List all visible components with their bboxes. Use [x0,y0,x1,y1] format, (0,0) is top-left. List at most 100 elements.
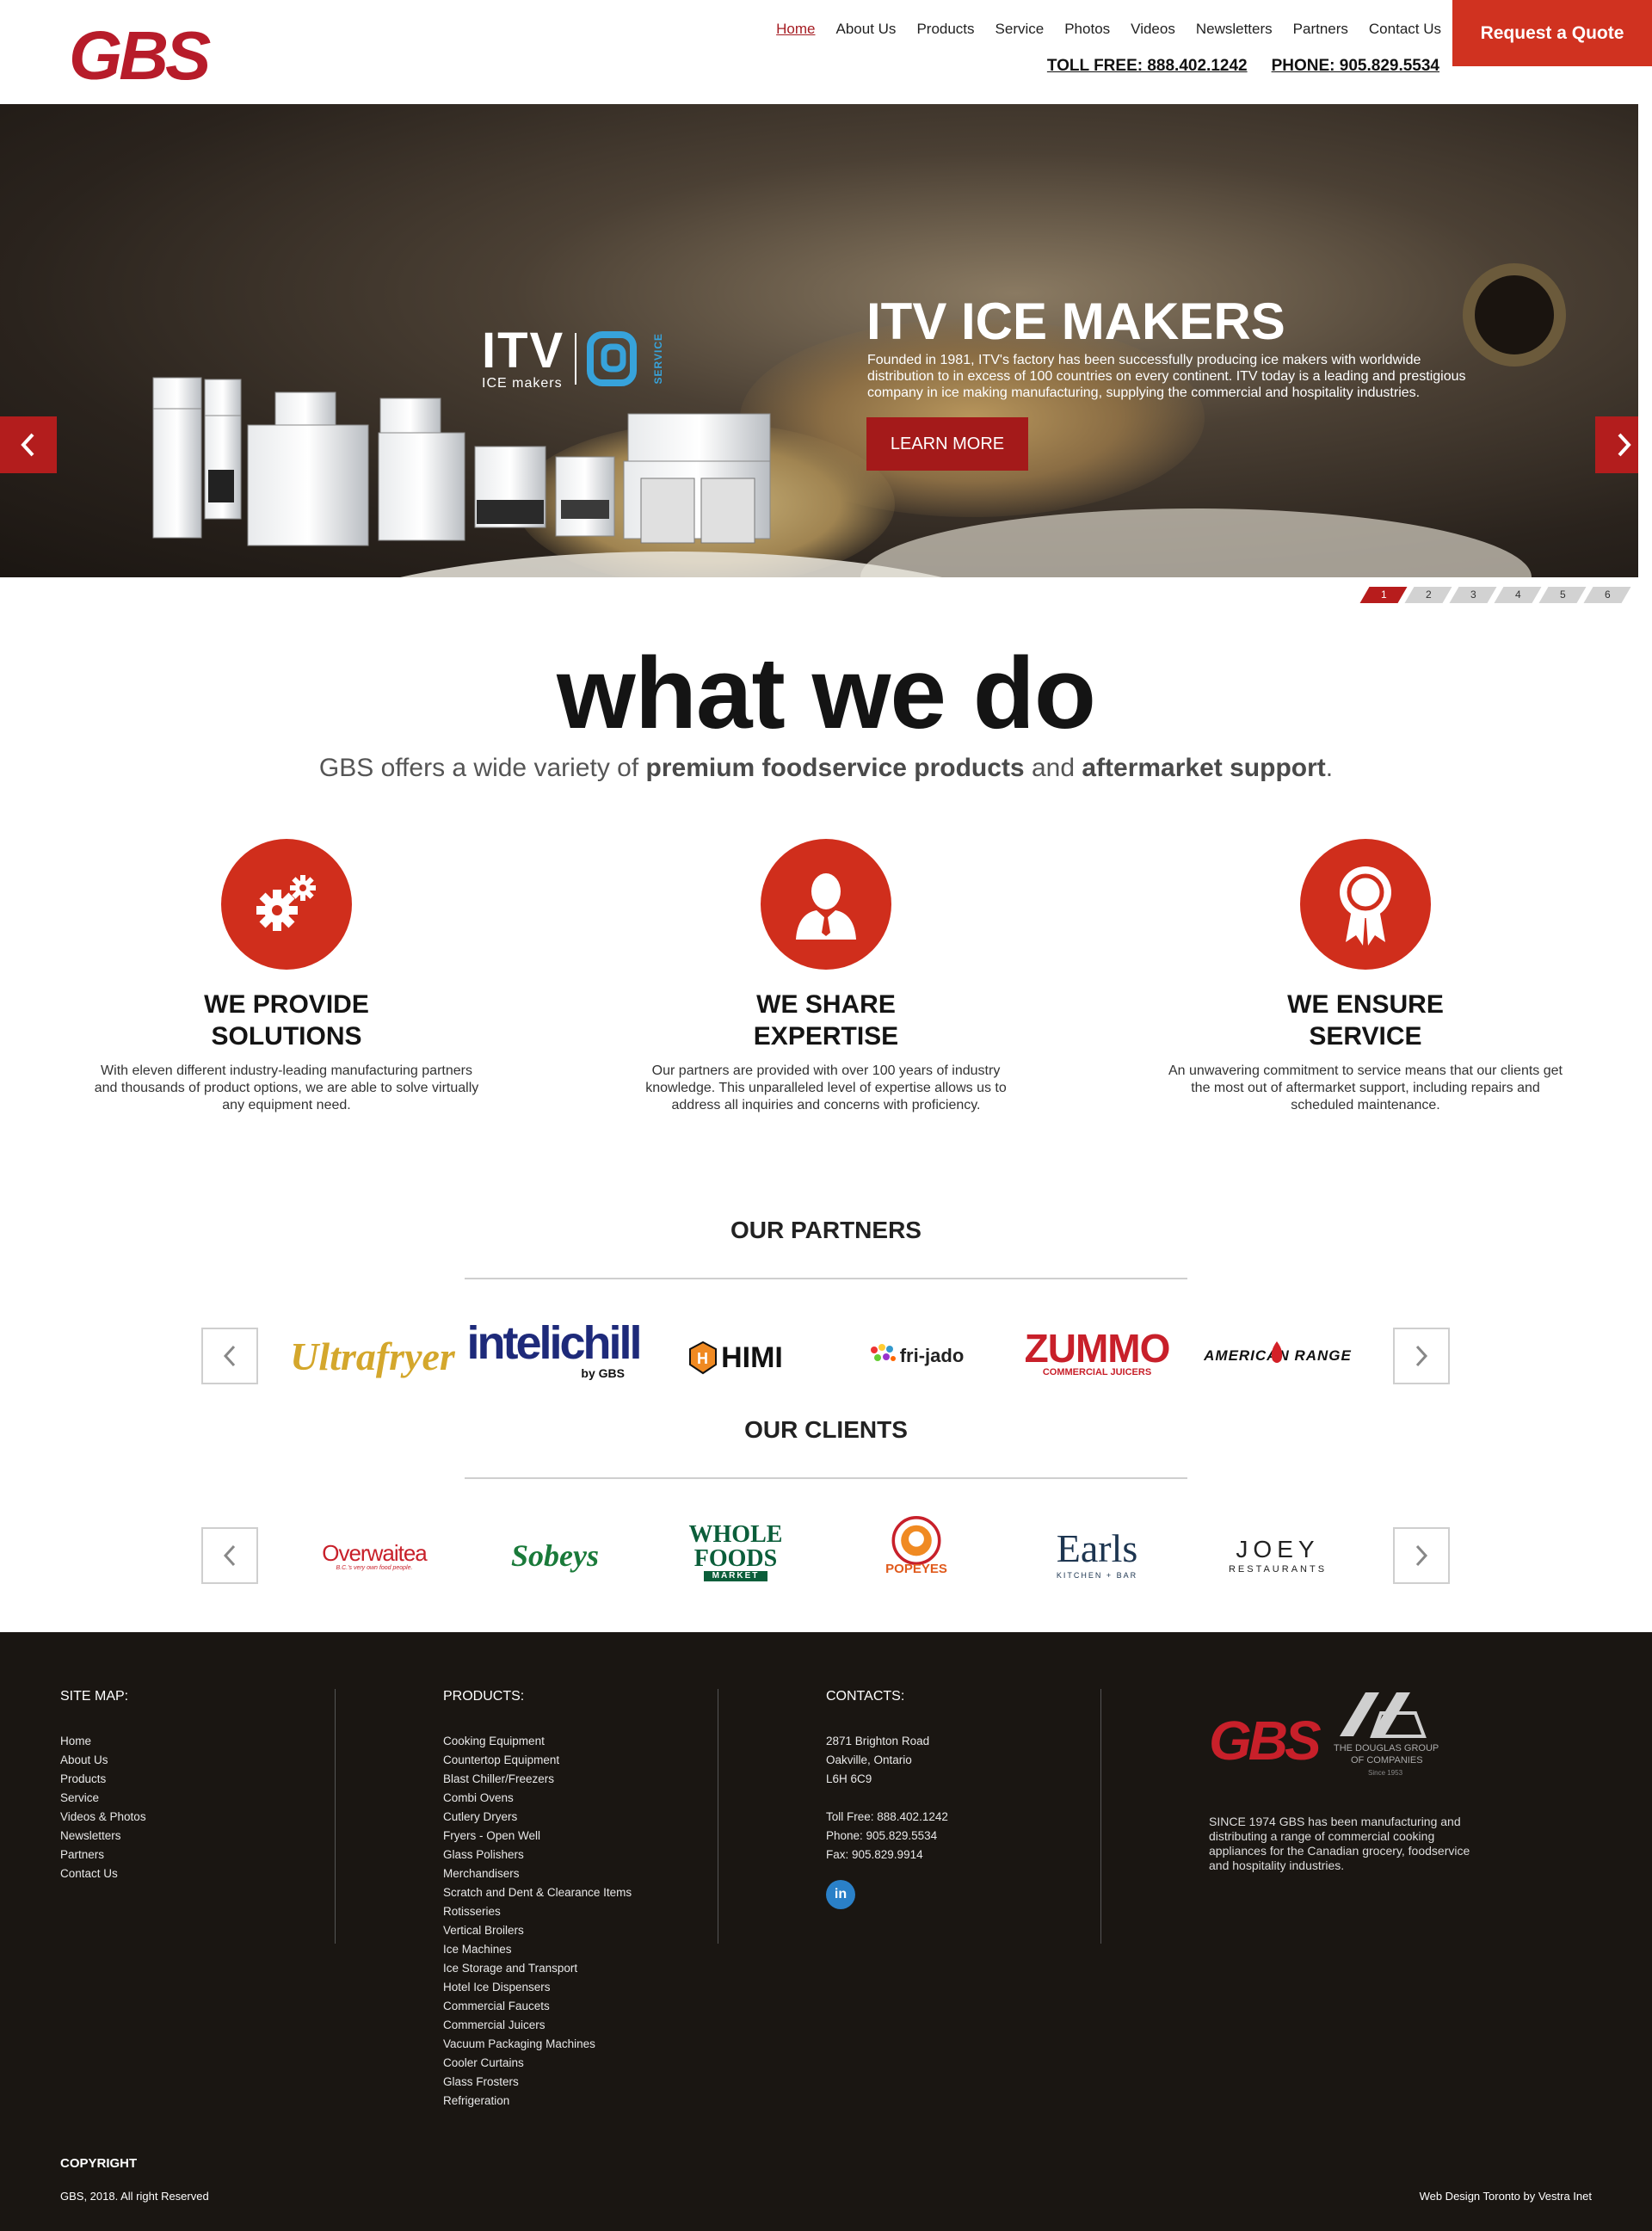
footer-link-partners[interactable]: Partners [60,1846,146,1864]
client-logo-earls[interactable]: Earls KITCHEN + BAR [1032,1524,1162,1584]
gbs-logo[interactable]: GBS [67,19,232,88]
footer-product-link[interactable]: Cooler Curtains [443,2054,632,2073]
partners-prev-button[interactable] [201,1328,258,1384]
hero-slider: ITV ICE makers SERVICE ITV ICE MAKERS Fo… [0,104,1638,577]
footer-toll-free[interactable]: Toll Free: 888.402.1242 [826,1808,948,1827]
footer-link-videos-photos[interactable]: Videos & Photos [60,1808,146,1827]
client-logo-joey[interactable]: JOEY RESTAURANTS [1213,1525,1342,1586]
footer-product-link[interactable]: Ice Machines [443,1940,632,1959]
footer-link-newsletters[interactable]: Newsletters [60,1827,146,1846]
footer-link-home[interactable]: Home [60,1732,146,1751]
clients-prev-button[interactable] [201,1527,258,1584]
chevron-left-icon [223,1544,236,1567]
footer-link-service[interactable]: Service [60,1789,146,1808]
footer-product-link[interactable]: Hotel Ice Dispensers [443,1978,632,1997]
slide-dot-6[interactable]: 6 [1583,587,1631,603]
frijado-dots-icon [870,1344,896,1361]
hero-next-button[interactable] [1595,416,1638,473]
nav-newsletters[interactable]: Newsletters [1196,21,1273,38]
partner-logo-zummo[interactable]: ZUMMO COMMERCIAL JUICERS [1020,1323,1174,1384]
nav-videos[interactable]: Videos [1131,21,1175,38]
footer-product-link[interactable]: Glass Frosters [443,2073,632,2092]
partner-logo-himi[interactable]: H HIMI [671,1328,800,1388]
client-logo-whole-foods[interactable]: WHOLE FOODS MARKET [680,1522,792,1582]
nav-contact-us[interactable]: Contact Us [1369,21,1441,38]
feature-text: With eleven different industry-leading m… [94,1063,479,1112]
client-logo-overwaitea[interactable]: Overwaitea B.C.'s very own food people. [310,1525,439,1586]
footer-product-link[interactable]: Countertop Equipment [443,1751,632,1770]
footer-product-link[interactable]: Cutlery Dryers [443,1808,632,1827]
footer-product-link[interactable]: Rotisseries [443,1902,632,1921]
feature-solutions: WE PROVIDE SOLUTIONS With eleven differen… [80,839,493,1114]
client-logo-text: Earls [1056,1525,1138,1570]
footer-product-link[interactable]: Fryers - Open Well [443,1827,632,1846]
footer-product-link[interactable]: Vertical Broilers [443,1921,632,1940]
footer-gbs-logo-text: GBS [1209,1710,1322,1772]
douglas-group-line2: OF COMPANIES [1351,1755,1423,1766]
douglas-group-since: Since 1953 [1368,1769,1403,1777]
feature-title: WE PROVIDE SOLUTIONS [80,989,493,1052]
itv-service-icon [587,331,638,386]
hero-title: ITV ICE MAKERS [866,293,1285,350]
footer-sitemap: SITE MAP: Home About Us Products Service… [60,1689,146,1883]
footer-link-contact-us[interactable]: Contact Us [60,1864,146,1883]
footer-product-link[interactable]: Ice Storage and Transport [443,1959,632,1978]
clients-next-button[interactable] [1393,1527,1450,1584]
feature-title-line: WE PROVIDE [204,990,369,1019]
footer-product-link[interactable]: Commercial Juicers [443,2016,632,2035]
slide-dot-1[interactable]: 1 [1359,587,1408,603]
partner-logo-text: intelichill [466,1317,642,1369]
footer-product-link[interactable]: Vacuum Packaging Machines [443,2035,632,2054]
copyright-title: COPYRIGHT [60,2156,138,2171]
header-phones: TOLL FREE: 888.402.1242 PHONE: 905.829.5… [1047,57,1439,76]
footer-product-link[interactable]: Blast Chiller/Freezers [443,1770,632,1789]
feature-icon-circle [1300,839,1431,970]
footer-product-link[interactable]: Glass Polishers [443,1846,632,1864]
nav-products[interactable]: Products [916,21,974,38]
slide-dot-3[interactable]: 3 [1449,587,1497,603]
footer-link-about-us[interactable]: About Us [60,1751,146,1770]
client-logo-popeyes[interactable]: POPEYES [865,1516,968,1576]
partner-logo-frijado[interactable]: fri-jado [852,1326,981,1386]
hero-prev-button[interactable] [0,416,57,473]
nav-photos[interactable]: Photos [1064,21,1110,38]
linkedin-icon[interactable]: in [826,1880,855,1909]
client-logo-sobeys[interactable]: Sobeys [490,1525,620,1586]
footer-phone[interactable]: Phone: 905.829.5534 [826,1827,948,1846]
itv-logo-divider [575,333,577,385]
partner-logo-american-range[interactable]: AMERICAN RANGE [1192,1326,1364,1386]
nav-about-us[interactable]: About Us [836,21,897,38]
footer-product-link[interactable]: Scratch and Dent & Clearance Items [443,1883,632,1902]
slide-dot-4[interactable]: 4 [1494,587,1542,603]
feature-expertise: WE SHARE EXPERTISE Our partners are provi… [620,839,1032,1114]
phone-link[interactable]: PHONE: 905.829.5534 [1272,57,1439,76]
subtitle-bold: aftermarket support [1082,754,1326,782]
footer-product-link[interactable]: Merchandisers [443,1864,632,1883]
nav-partners[interactable]: Partners [1293,21,1348,38]
slide-dot-label: 6 [1604,589,1611,601]
award-ribbon-icon [1340,866,1391,946]
footer-product-link[interactable]: Cooking Equipment [443,1732,632,1751]
client-logo-text: Sobeys [511,1538,599,1573]
slide-dot-label: 5 [1559,589,1566,601]
footer-product-link[interactable]: Commercial Faucets [443,1997,632,2016]
partners-next-button[interactable] [1393,1328,1450,1384]
toll-free-link[interactable]: TOLL FREE: 888.402.1242 [1047,57,1248,76]
partner-logo-intelichill[interactable]: intelichill by GBS [466,1320,642,1380]
partner-logo-ultrafryer[interactable]: Ultrafryer [282,1326,463,1386]
slide-dot-2[interactable]: 2 [1404,587,1452,603]
subtitle-part: . [1325,754,1334,782]
footer-brand-logos: GBS THE DOUGLAS GROUP OF COMPANIES Since… [1209,1692,1439,1777]
request-quote-button[interactable]: Request a Quote [1452,0,1652,66]
slide-dot-5[interactable]: 5 [1538,587,1587,603]
partner-logo-sub: COMMERCIAL JUICERS [1042,1367,1152,1377]
footer-product-link[interactable]: Refrigeration [443,2092,632,2111]
footer-link-products[interactable]: Products [60,1770,146,1789]
nav-home[interactable]: Home [776,21,815,38]
site-header: GBS Home About Us Products Service Photo… [0,0,1652,104]
footer-product-link[interactable]: Combi Ovens [443,1789,632,1808]
web-design-credit[interactable]: Web Design Toronto by Vestra Inet [1420,2190,1592,2203]
learn-more-button[interactable]: LEARN MORE [866,417,1028,471]
nav-service[interactable]: Service [996,21,1045,38]
subtitle-part: GBS offers a wide variety of [318,754,646,782]
